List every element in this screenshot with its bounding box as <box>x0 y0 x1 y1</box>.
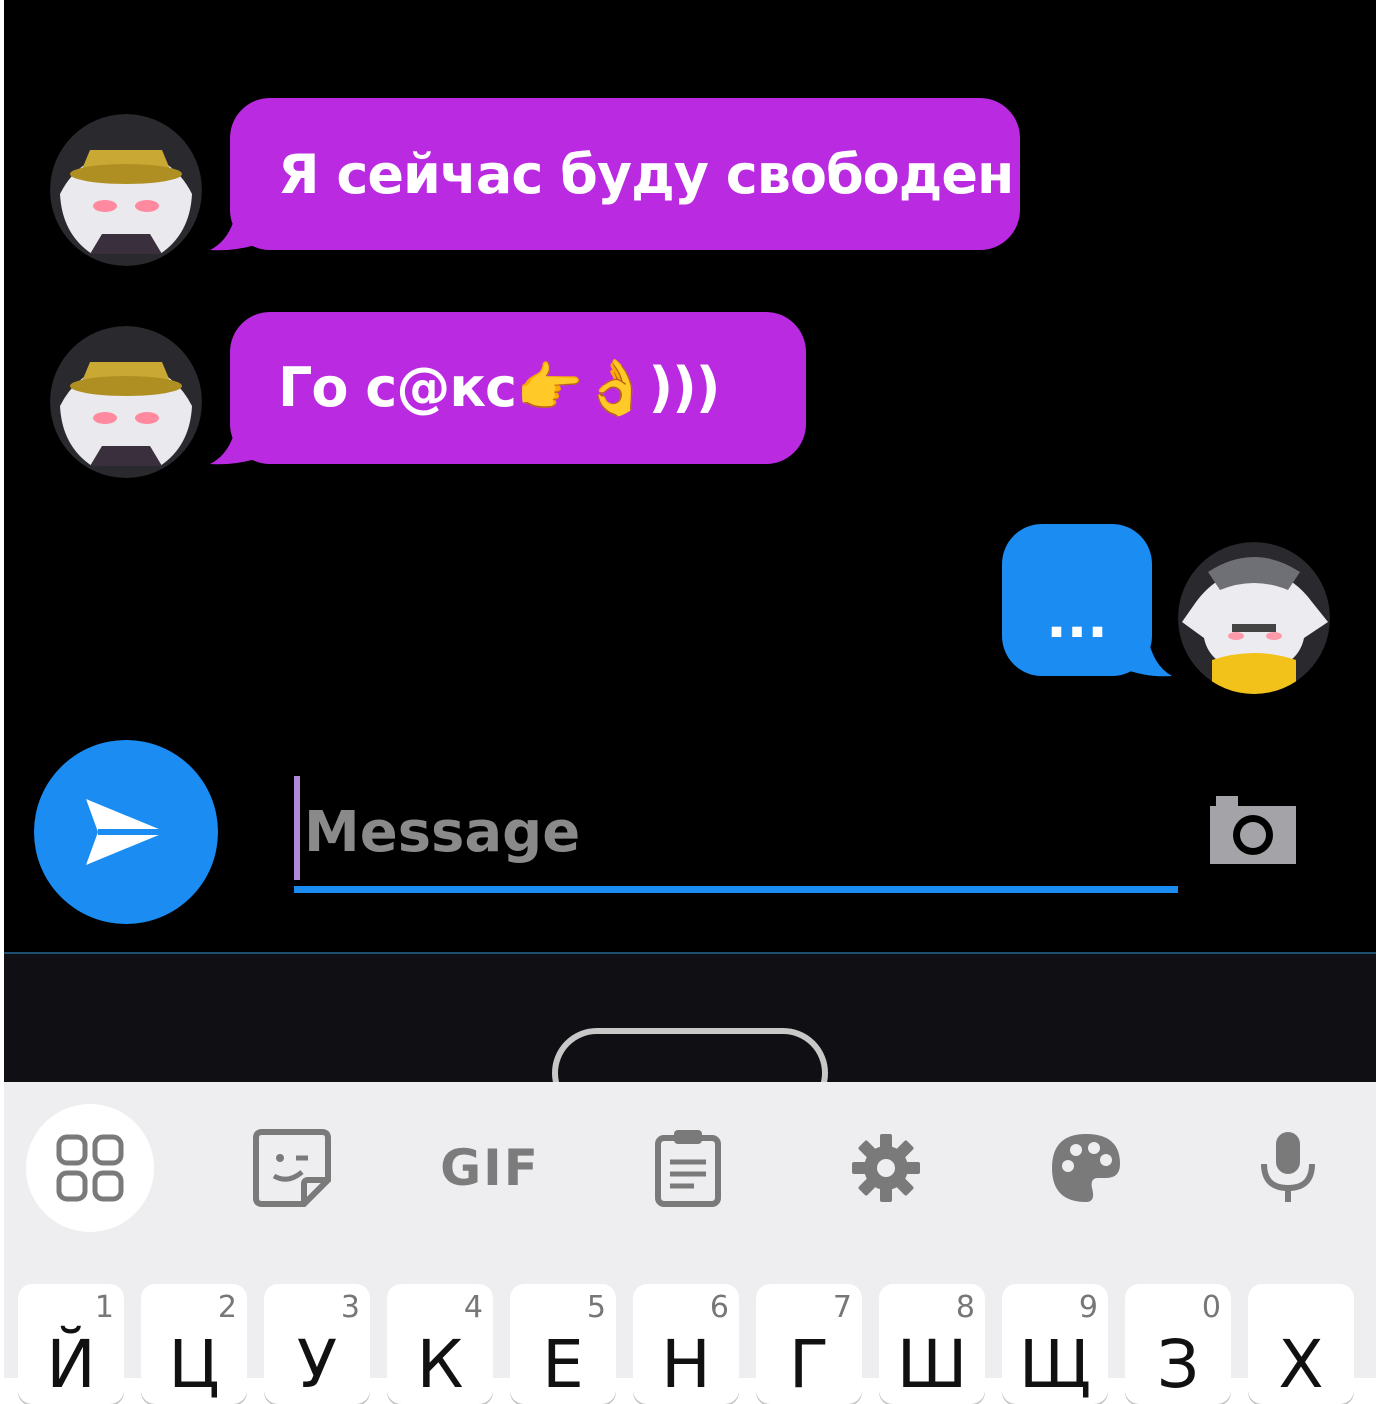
key-letter: Й <box>46 1326 96 1403</box>
clipboard-button[interactable] <box>624 1104 752 1232</box>
gif-label: GIF <box>440 1139 540 1197</box>
palette-icon <box>1052 1134 1120 1202</box>
input-underline <box>294 886 1178 893</box>
key-number: 2 <box>217 1290 237 1325</box>
key-number: 9 <box>1078 1290 1098 1325</box>
key[interactable]: 8Ш <box>879 1284 985 1404</box>
my-avatar[interactable] <box>1178 542 1330 694</box>
settings-button[interactable] <box>822 1104 950 1232</box>
key-letter: Х <box>1278 1326 1324 1403</box>
sticker-button[interactable] <box>228 1104 356 1232</box>
key[interactable]: 3У <box>264 1284 370 1404</box>
message-bubble-incoming[interactable]: Я сейчас буду свободен <box>230 98 1020 250</box>
key[interactable]: 7Г <box>756 1284 862 1404</box>
key-number: 1 <box>94 1290 114 1325</box>
microphone-icon <box>1261 1132 1315 1202</box>
key-letter: Ц <box>168 1326 220 1403</box>
key[interactable]: 4К <box>387 1284 493 1404</box>
key-letter: Е <box>542 1326 584 1403</box>
key-letter: У <box>296 1326 338 1403</box>
sticker-icon <box>253 1129 331 1207</box>
sender-avatar[interactable] <box>50 326 202 478</box>
key-number: 7 <box>832 1290 852 1325</box>
key[interactable]: 9Щ <box>1002 1284 1108 1404</box>
voice-input-button[interactable] <box>1224 1104 1352 1232</box>
message-text: Я сейчас буду свободен <box>278 142 1014 206</box>
key-letter: К <box>416 1326 464 1403</box>
message-bubble-incoming[interactable]: Го с@кс👉👌))) <box>230 312 806 464</box>
key-number: 4 <box>463 1290 483 1325</box>
apps-grid-icon <box>56 1134 124 1202</box>
key[interactable]: 1Й <box>18 1284 124 1404</box>
theme-button[interactable] <box>1022 1104 1150 1232</box>
key-letter: Щ <box>1018 1326 1092 1403</box>
key-number: 6 <box>709 1290 729 1325</box>
key-letter: З <box>1156 1326 1200 1403</box>
text-caret <box>294 776 300 880</box>
message-text: Го с@кс👉👌))) <box>278 356 720 419</box>
key-letter: Ш <box>896 1326 968 1403</box>
key-number: 8 <box>955 1290 975 1325</box>
key[interactable]: Х <box>1248 1284 1354 1404</box>
key[interactable]: 6Н <box>633 1284 739 1404</box>
sender-avatar[interactable] <box>50 114 202 266</box>
message-bubble-outgoing[interactable]: ... <box>1002 524 1152 676</box>
key-letter: Г <box>788 1326 830 1403</box>
gif-button[interactable]: GIF <box>426 1104 554 1232</box>
send-icon <box>86 799 166 865</box>
key-number: 5 <box>586 1290 606 1325</box>
key[interactable]: 5Е <box>510 1284 616 1404</box>
key-letter: Н <box>661 1326 711 1403</box>
clipboard-icon <box>655 1130 721 1207</box>
apps-grid-button[interactable] <box>26 1104 154 1232</box>
message-text: ... <box>1046 586 1108 650</box>
key-number: 0 <box>1201 1290 1221 1325</box>
send-button[interactable] <box>34 740 218 924</box>
key-number: 3 <box>340 1290 360 1325</box>
key[interactable]: 0З <box>1125 1284 1231 1404</box>
message-input[interactable] <box>294 780 1178 884</box>
camera-icon[interactable] <box>1208 794 1298 866</box>
key[interactable]: 2Ц <box>141 1284 247 1404</box>
keyboard: GIF 1 Й 2 Ц 3 У 4 К 5 Е 6 Н 7 Г 8 Ш 9 Щ … <box>4 1082 1376 1404</box>
settings-icon <box>852 1134 920 1202</box>
